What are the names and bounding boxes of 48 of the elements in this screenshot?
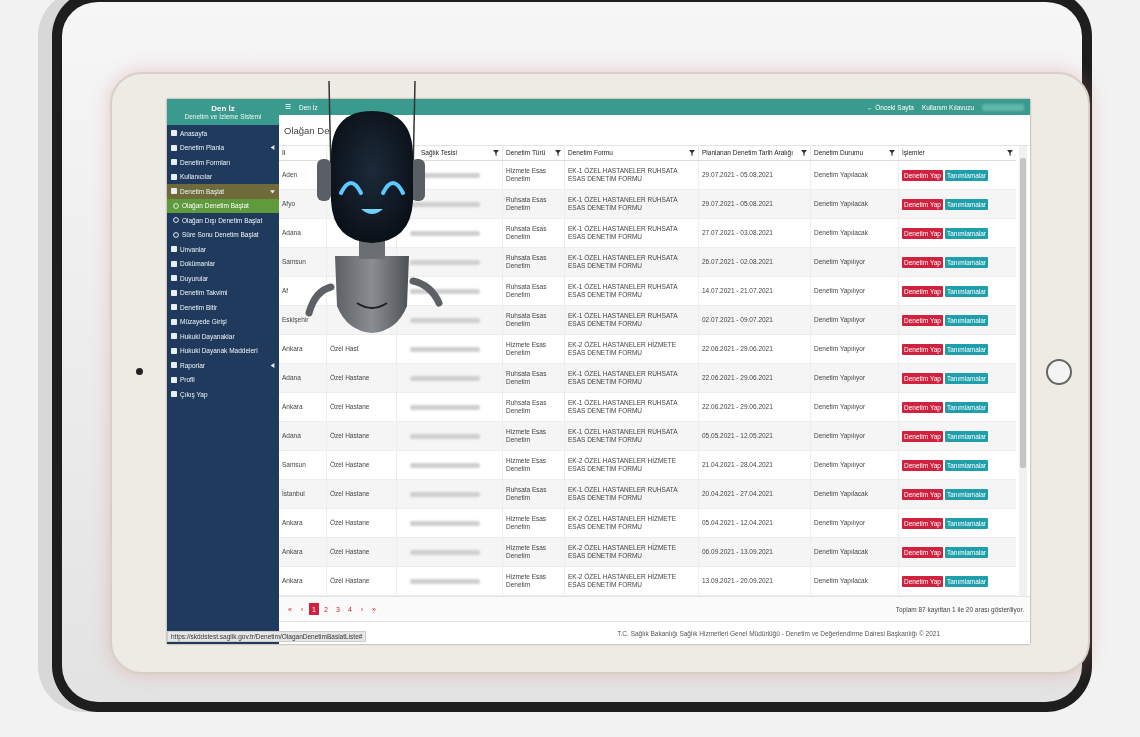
blurred-text <box>410 462 480 468</box>
scrollbar[interactable] <box>1019 146 1027 596</box>
filter-icon[interactable] <box>889 150 895 156</box>
square-icon <box>171 144 177 151</box>
blurred-text <box>410 259 480 265</box>
logo-title: Den İz <box>211 104 235 113</box>
caret-icon <box>270 145 275 151</box>
filter-icon[interactable] <box>555 150 561 156</box>
square-icon <box>171 246 177 253</box>
blurred-text <box>410 549 480 555</box>
square-icon <box>171 391 177 398</box>
square-icon <box>171 159 177 166</box>
circle-icon <box>173 231 179 238</box>
blurred-text <box>410 230 480 236</box>
filter-icon[interactable] <box>801 150 807 156</box>
home-button[interactable] <box>1046 358 1072 385</box>
caret-icon <box>270 188 275 194</box>
square-icon <box>171 376 177 383</box>
square-icon <box>171 347 177 354</box>
blurred-text <box>410 404 480 410</box>
blurred-text <box>410 578 480 584</box>
filter-icon[interactable] <box>689 150 695 156</box>
square-icon <box>171 318 177 325</box>
square-icon <box>171 188 177 195</box>
square-icon <box>171 130 177 137</box>
square-icon <box>171 275 177 282</box>
square-icon <box>171 333 177 340</box>
caret-icon <box>270 362 275 368</box>
square-icon <box>171 362 177 369</box>
filter-icon[interactable] <box>1007 150 1013 156</box>
blurred-text <box>410 317 480 323</box>
blurred-text <box>410 433 480 439</box>
blurred-text <box>410 288 480 294</box>
square-icon <box>171 289 177 296</box>
page-title: Olağan De <box>283 123 331 138</box>
camera-dot <box>136 368 143 375</box>
square-icon <box>171 304 177 311</box>
blurred-text <box>410 520 480 526</box>
blurred-text <box>410 201 480 207</box>
blurred-text <box>410 491 480 497</box>
circle-icon <box>173 217 179 224</box>
square-icon <box>171 260 177 267</box>
square-icon <box>171 173 177 180</box>
scrollbar-thumb[interactable] <box>1020 158 1026 468</box>
blurred-text <box>410 375 480 381</box>
blurred-text <box>410 346 480 352</box>
filter-icon[interactable] <box>493 150 499 156</box>
circle-icon <box>173 202 179 209</box>
